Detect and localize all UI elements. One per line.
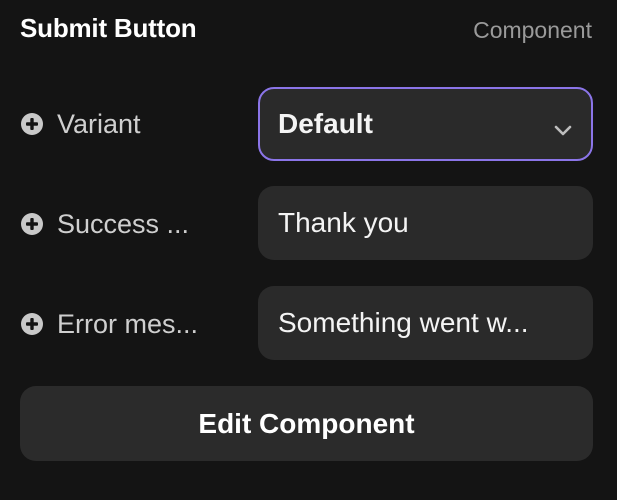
- component-kind-label: Component: [473, 17, 592, 43]
- property-label-success-message[interactable]: Success ...: [20, 204, 189, 244]
- edit-component-button[interactable]: Edit Component: [20, 386, 593, 461]
- chevron-down-icon: [553, 115, 573, 136]
- plus-circle-icon[interactable]: [20, 312, 44, 336]
- property-label-variant[interactable]: Variant: [20, 104, 141, 144]
- success-message-field[interactable]: Thank you: [258, 186, 593, 260]
- component-panel: Submit Button Component Variant Default: [0, 0, 617, 500]
- plus-circle-icon[interactable]: [20, 112, 44, 136]
- edit-component-label: Edit Component: [198, 407, 415, 439]
- property-label-text: Error mes...: [57, 308, 199, 339]
- plus-circle-icon[interactable]: [20, 212, 44, 236]
- component-title: Submit Button: [20, 13, 197, 43]
- property-label-text: Variant: [57, 108, 141, 139]
- error-message-field[interactable]: Something went w...: [258, 286, 593, 360]
- error-message-value: Something went w...: [278, 307, 529, 338]
- property-label-error-message[interactable]: Error mes...: [20, 304, 198, 344]
- variant-select-value: Default: [278, 108, 373, 139]
- variant-select[interactable]: Default: [258, 87, 593, 161]
- property-label-text: Success ...: [57, 208, 190, 239]
- success-message-value: Thank you: [278, 207, 409, 238]
